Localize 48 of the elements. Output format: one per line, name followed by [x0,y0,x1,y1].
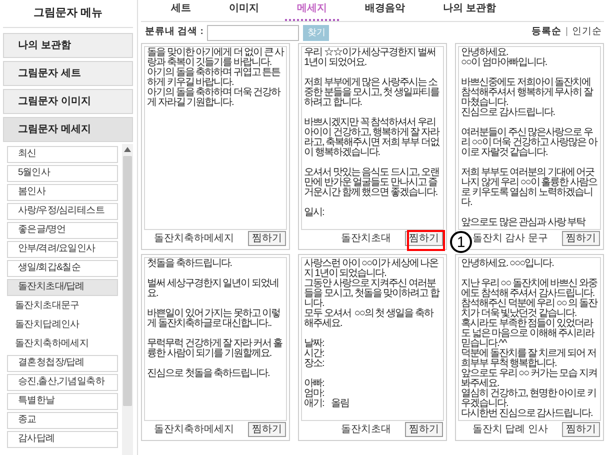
message-field[interactable]: 돌을 맞이한 아기에게 더 없이 큰 사랑과 축복이 깃들기를 바랍니다. 아기의 돌을 축하하며 귀엽고 튼튼하게 키우길 바랍니다. 아기의 돌을 축하하며 더욱 건강하게 자라길 기원합니다. [144,46,287,230]
sort-option[interactable]: 인기순 [572,25,602,40]
message-field[interactable]: 우리 ☆☆이가 세상구경한지 벌써 1년이 되었어요. 저희 부부에게 많은 사랑주시는 소중한 분들을 모시고, 첫 생일파티를 하려고 합니다. 바쁘시겠지만 꼭 참석하셔서 우리 아이이 건강하고, 행복하게 잘 자라라고, 축복해주시면 저희 부부 더없이 행복하겠습니다. 오셔서 맛있는 음식도 드시고, 오랜만에 반가운 얼굴들도 만나시고 즐거운시간 함께 했으면 좋겠습니다. 일시: [301,46,444,230]
sidebar-item[interactable]: 안부/격려/요일인사 [7,241,118,258]
category-tab[interactable]: 메세지 [285,1,339,21]
sort-option[interactable]: 등록순 [532,25,562,40]
category-tab[interactable]: 나의 보관함 [431,1,508,21]
bookmark-button[interactable]: 찜하기 [562,422,600,437]
sidebar-section[interactable]: 나의 보관함 [3,33,133,58]
scroll-up-icon[interactable] [124,147,131,152]
card-caption: 돌잔치 답례 인사 [472,423,548,437]
card-caption: 돌잔치초대 [341,232,391,246]
bookmark-button[interactable]: 찜하기 [248,422,286,437]
sidebar-item[interactable]: 사랑/우정/심리테스트 [7,203,118,220]
search-label: 분류내 검색 : [145,25,204,40]
message-field[interactable]: 안녕하세요. ○○이 엄마아빠입니다. 바쁘신중에도 저희아이 돌잔치에 참석해주셔서 행복하게 무사히 잘 마쳤습니다. 진심으로 감사드립니다. 여러분들이 주신 많은사랑으로 우리 ○○이 더욱 건강하고 사랑많은 아이로 자랄것 같습니다. 저희 부부도 여러분의 기대에 어긋나지 않게 우리 ○○이 훌륭한 사람으로 키우도록 열심히 노력하겠습니다. 앞으로도 많은 관심과 사랑 부탁 [458,46,601,230]
sidebar-item[interactable]: 최신 [7,146,118,163]
search-field[interactable] [207,24,300,40]
bookmark-button[interactable]: 찜하기 [405,422,443,437]
bookmark-button[interactable]: 찜하기 [248,231,286,246]
sidebar-section[interactable]: 그림문자 이미지 [3,89,133,114]
bookmark-button[interactable]: 찜하기 [562,231,600,246]
sidebar-item[interactable]: 종교 [7,412,118,429]
category-tab[interactable]: 세트 [159,1,203,21]
scrollbar-drawing[interactable] [122,144,133,455]
card-caption: 돌잔치축하메세지 [154,423,234,437]
message-field[interactable]: 안녕하세요. ○○○입니다. 지난 우리 ○○ 돌잔치에 바쁘신 와중에도 참석해 주셔서 감사드립니다. 참석해주신 덕분에 우리 ○○ 의 돌잔치가 더욱 빛났던것 같습니다. 혹시라도 부족한 점들이 있었더라도 넓은 마음으로 이해해 주시리라 믿습니다.^^ 덕분에 돌잔치를 잘 치르게 되어 저희부부 무척 행복합니다. 앞으로도 우리 ○○ 커가는 모습 지켜봐주세요. 열심히 건강하고, 현명한 아이로 키우겠습니다. 다시한번 진심으로 감사드립니다. [458,257,601,421]
sidebar-section[interactable]: 그림문자 메세지 [3,117,133,142]
card-caption: 돌잔치축하메세지 [154,232,234,246]
sidebar-item[interactable]: 5월인사 [7,165,118,182]
sidebar-item[interactable]: 생일/회갑&칠순 [7,260,118,277]
category-tab[interactable]: 배경음악 [353,1,417,21]
sidebar-item[interactable]: 승진,출산,기념일축하 [7,374,118,391]
sidebar-item[interactable]: 돌잔치초대/답례 [7,279,118,296]
message-field[interactable]: 첫돌을 축하드립니다. 벌써 세상구경한지 일년이 되었네요. 바쁜일이 있어 가지는 못하고 이렇게 돌잔치축하글로 대신합니다.. 무럭무럭 건강하게 잘 자라 커서 훌륭한 사람이 되기를 기원할께요. 진심으로 첫돌을 축하드립니다. [144,257,287,421]
sidebar-item[interactable]: 특별한날 [7,393,118,410]
sidebar-item[interactable]: 좋은글/명언 [7,222,118,239]
sidebar-section[interactable]: 그림문자 세트 [3,61,133,86]
sidebar-item[interactable]: 봄인사 [7,184,118,201]
card-caption: 돌잔치 감사 문구 [472,232,548,246]
category-tab[interactable]: 이미지 [217,1,271,21]
card-caption: 돌잔치초대 [341,423,391,437]
sidebar-item[interactable]: 결혼청첩장/답례 [7,355,118,372]
sidebar-title: 그림문자 메뉴 [3,0,133,28]
message-field[interactable]: 사랑스런 아이 ○○이가 세상에 나온지 1년이 되었습니다. 그동안 사랑으로 지켜주신 여러분들을 모시고, 첫돌을 맞이하려고 합니다. 모두 오셔서 ○○의 첫 생일을 축하해주세요. 날짜: 시간: 장소: 아빠: 엄마: 애기: 올림 [301,257,444,421]
sort-separator: | [566,25,568,40]
callout-number: 1 [450,231,472,253]
sidebar-item[interactable]: 감사답례 [7,431,118,448]
